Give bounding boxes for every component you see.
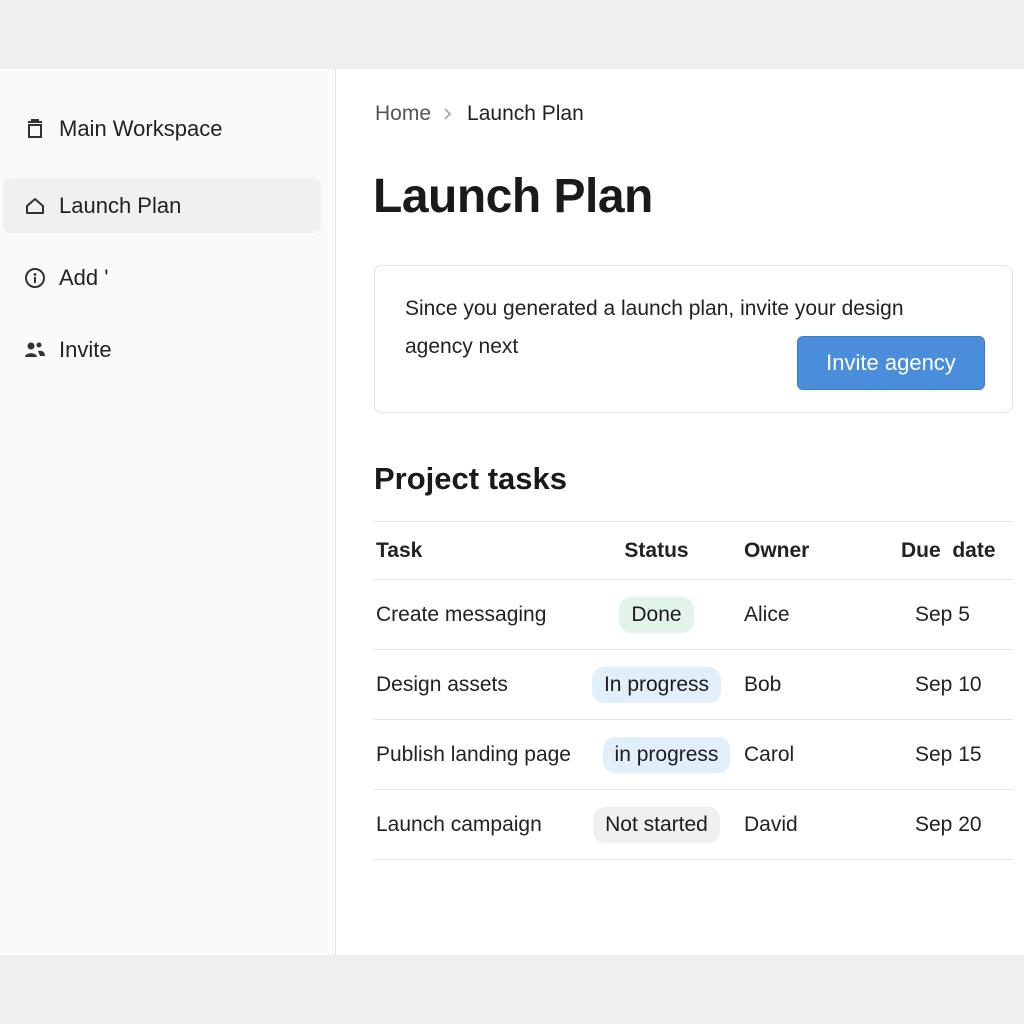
task-owner: Alice [744, 602, 790, 626]
sidebar-item-label: Add ' [59, 264, 109, 290]
breadcrumb-current: Launch Plan [467, 102, 584, 125]
task-due-date: Sep 15 [915, 742, 982, 766]
users-icon [23, 338, 47, 362]
task-due-date: Sep 10 [915, 672, 982, 696]
main-content: Home Launch Plan Launch Plan Since you g… [336, 69, 1024, 955]
task-due-date: Sep 5 [915, 602, 970, 626]
status-cell: Done [579, 580, 734, 649]
breadcrumb-home[interactable]: Home [375, 102, 431, 126]
invite-agency-button[interactable]: Invite agency [797, 336, 985, 390]
trash-icon [23, 117, 47, 141]
task-name: Design assets [376, 672, 508, 696]
sidebar-item-label: Launch Plan [59, 192, 182, 218]
sidebar-item-launch-plan[interactable]: Launch Plan [3, 178, 321, 233]
section-title: Project tasks [374, 461, 567, 496]
sidebar: Main Workspace Launch Plan Add ' Invite [0, 69, 336, 955]
info-circle-icon [23, 266, 47, 290]
status-cell: in progress [589, 720, 744, 789]
status-badge: in progress [602, 736, 731, 773]
task-name: Create messaging [376, 602, 547, 626]
status-cell: Not started [579, 790, 734, 859]
breadcrumb: Home Launch Plan [375, 102, 584, 126]
task-owner: Bob [744, 672, 782, 696]
status-cell: In progress [579, 650, 734, 719]
status-badge: Not started [593, 806, 720, 843]
column-header-task[interactable]: Task [376, 522, 422, 579]
page-title: Launch Plan [373, 170, 653, 223]
table-row[interactable]: Launch campaign Not started David Sep 20 [374, 790, 1013, 860]
task-name: Publish landing page [376, 742, 571, 766]
home-icon [23, 194, 47, 218]
tasks-table: Task Status Owner Due date Create messag… [374, 521, 1013, 860]
table-row[interactable]: Design assets In progress Bob Sep 10 [374, 650, 1013, 720]
task-name: Launch campaign [376, 812, 542, 836]
column-header-status[interactable]: Status [579, 522, 734, 579]
table-row[interactable]: Create messaging Done Alice Sep 5 [374, 580, 1013, 650]
task-owner: David [744, 812, 798, 836]
sidebar-item-add[interactable]: Add ' [3, 250, 321, 305]
column-header-due-date[interactable]: Due date [901, 522, 996, 579]
sidebar-item-label: Invite [59, 336, 112, 362]
table-row[interactable]: Publish landing page in progress Carol S… [374, 720, 1013, 790]
column-header-owner[interactable]: Owner [744, 522, 809, 579]
sidebar-item-invite[interactable]: Invite [3, 322, 321, 377]
task-owner: Carol [744, 742, 795, 766]
status-badge: In progress [591, 666, 722, 703]
sidebar-item-label: Main Workspace [59, 115, 223, 141]
task-due-date: Sep 20 [915, 812, 982, 836]
sidebar-item-main-workspace[interactable]: Main Workspace [3, 101, 321, 156]
table-header-row: Task Status Owner Due date [374, 522, 1013, 580]
invite-callout: Since you generated a launch plan, invit… [374, 265, 1013, 413]
chevron-right-icon [443, 107, 453, 121]
status-badge: Done [619, 596, 694, 633]
app-window: Main Workspace Launch Plan Add ' Invite … [0, 69, 1024, 955]
